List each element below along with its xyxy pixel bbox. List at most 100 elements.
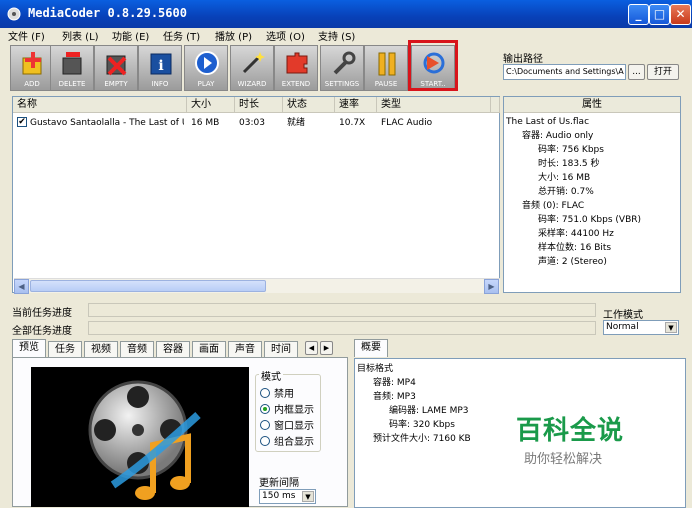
minimize-button[interactable]: _ — [628, 4, 649, 25]
menu-file[interactable]: 文件 (F) — [8, 28, 45, 43]
mode-disable-radio[interactable]: 禁用 — [260, 385, 294, 400]
scroll-left-button[interactable]: ◀ — [14, 279, 29, 294]
column-duration[interactable]: 时长 — [235, 97, 283, 113]
arrow-left-icon: ◀ — [308, 344, 315, 352]
play-label: PLAY — [197, 80, 215, 88]
pause-label: PAUSE — [374, 80, 398, 88]
chevron-down-icon[interactable]: ▼ — [302, 491, 314, 502]
mode-label: 模式 — [259, 368, 283, 383]
column-type[interactable]: 类型 — [377, 97, 491, 113]
interval-value: 150 ms — [262, 491, 296, 501]
window-title: MediaCoder 0.8.29.5600 — [28, 6, 187, 20]
minimize-icon: _ — [635, 7, 642, 21]
mode-inner-radio[interactable]: 内框显示 — [260, 401, 314, 416]
output-path-label: 输出路径 — [503, 54, 543, 65]
mode-window-radio[interactable]: 窗口显示 — [260, 417, 314, 432]
tab-container[interactable]: 容器 — [156, 341, 190, 357]
prop-duration: 时长: 183.5 秒 — [538, 159, 600, 169]
total-progress-bar — [88, 321, 596, 335]
start-button-highlight — [408, 40, 458, 91]
info-button[interactable]: i INFO — [138, 45, 182, 91]
prop-samplerate: 采样率: 44100 Hz — [538, 229, 614, 239]
tab-scroll-right[interactable]: ▶ — [320, 341, 333, 355]
add-label: ADD — [24, 80, 40, 88]
menu-bar: 文件 (F) 列表 (L) 功能 (E) 任务 (T) 播放 (P) 选项 (O… — [0, 28, 692, 43]
tab-picture[interactable]: 画面 — [192, 341, 226, 357]
column-speed[interactable]: 速率 — [335, 97, 377, 113]
tab-sound[interactable]: 声音 — [228, 341, 262, 357]
add-icon — [22, 52, 42, 75]
menu-task[interactable]: 任务 (T) — [163, 28, 200, 43]
horizontal-scrollbar[interactable]: ◀ ▶ — [14, 278, 500, 294]
maximize-button[interactable]: □ — [649, 4, 670, 25]
tab-audio[interactable]: 音频 — [120, 341, 154, 357]
tab-summary[interactable]: 概要 — [354, 339, 388, 357]
preview-area — [31, 367, 249, 507]
summary-encoder: 编码器: LAME MP3 — [389, 406, 469, 416]
file-list[interactable]: 名称 大小 时长 状态 速率 类型 ✔ Gustavo Santaolalla … — [12, 96, 500, 294]
arrow-right-icon: ▶ — [323, 344, 330, 352]
pause-button[interactable]: PAUSE — [364, 45, 408, 91]
wizard-label: WIZARD — [237, 80, 267, 88]
work-mode-select[interactable]: Normal ▼ — [603, 320, 679, 335]
settings-button[interactable]: SETTINGS — [320, 45, 364, 91]
prop-filename: The Last of Us.flac — [506, 117, 590, 127]
menu-list[interactable]: 列表 (L) — [62, 28, 99, 43]
extend-button[interactable]: EXTEND — [274, 45, 318, 91]
mode-window-label: 窗口显示 — [274, 421, 314, 432]
settings-label: SETTINGS — [324, 80, 360, 88]
mode-inner-label: 内框显示 — [274, 405, 314, 416]
empty-button[interactable]: EMPTY — [94, 45, 138, 91]
film-reel-icon — [88, 380, 201, 500]
column-extra[interactable] — [491, 97, 500, 113]
summary-bitrate: 码率: 320 Kbps — [389, 420, 455, 430]
title-bar: MediaCoder 0.8.29.5600 _ □ ✕ — [0, 0, 692, 28]
work-mode-label: 工作模式 — [603, 310, 643, 321]
tab-video[interactable]: 视频 — [84, 341, 118, 357]
row-size: 16 MB — [191, 118, 220, 128]
empty-icon — [106, 55, 127, 76]
add-button[interactable]: ADD — [10, 45, 54, 91]
current-progress-bar — [88, 303, 596, 317]
summary-audio: 音频: MP3 — [373, 392, 416, 402]
pause-icon — [378, 52, 396, 76]
current-progress-label: 当前任务进度 — [12, 308, 72, 319]
mode-combined-label: 组合显示 — [274, 437, 314, 448]
output-path-input[interactable]: C:\Documents and Settings\A — [503, 64, 626, 80]
radio-selected-icon — [260, 404, 270, 414]
menu-support[interactable]: 支持 (S) — [318, 28, 355, 43]
column-status[interactable]: 状态 — [283, 97, 335, 113]
scroll-thumb[interactable] — [30, 280, 266, 292]
mode-disable-label: 禁用 — [274, 389, 294, 400]
close-button[interactable]: ✕ — [670, 4, 691, 25]
open-button[interactable]: 打开 — [647, 64, 679, 80]
prop-channels: 声道: 2 (Stereo) — [538, 257, 607, 267]
menu-function[interactable]: 功能 (E) — [112, 28, 149, 43]
delete-button[interactable]: DELETE — [50, 45, 94, 91]
wizard-button[interactable]: WIZARD — [230, 45, 274, 91]
play-icon — [195, 51, 219, 75]
watermark-subtitle: 助你轻松解决 — [524, 452, 603, 467]
browse-button[interactable]: ... — [628, 64, 645, 80]
scroll-right-button[interactable]: ▶ — [484, 279, 499, 294]
row-name[interactable]: Gustavo Santaolalla - The Last of Us — [30, 116, 184, 130]
column-size[interactable]: 大小 — [187, 97, 235, 113]
delete-icon — [62, 52, 82, 75]
mode-combined-radio[interactable]: 组合显示 — [260, 433, 314, 448]
svg-text:i: i — [158, 58, 163, 74]
play-button[interactable]: PLAY — [184, 45, 228, 91]
tab-task[interactable]: 任务 — [48, 341, 82, 357]
tab-preview[interactable]: 预览 — [12, 339, 46, 357]
properties-header: 属性 — [504, 97, 680, 113]
tab-time[interactable]: 时间 — [264, 341, 298, 357]
radio-icon — [260, 436, 270, 446]
menu-options[interactable]: 选项 (O) — [266, 28, 305, 43]
row-speed: 10.7X — [339, 118, 366, 128]
prop-audio: 音频 (0): FLAC — [522, 201, 585, 211]
row-checkbox[interactable]: ✔ — [17, 117, 27, 127]
column-name[interactable]: 名称 — [13, 97, 187, 113]
chevron-down-icon[interactable]: ▼ — [665, 322, 677, 333]
menu-play[interactable]: 播放 (P) — [215, 28, 252, 43]
tab-scroll-left[interactable]: ◀ — [305, 341, 318, 355]
summary-target-format: 目标格式 — [357, 364, 394, 374]
